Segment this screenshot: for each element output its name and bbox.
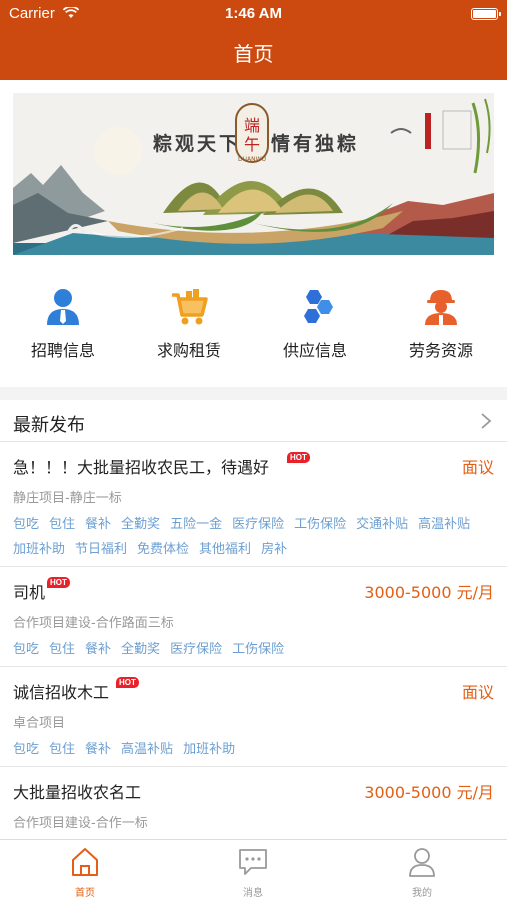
benefit-tag: 医疗保险: [232, 517, 285, 532]
benefit-tag: 包吃: [13, 517, 40, 532]
job-project: 合作项目建设-合作路面三标: [13, 616, 174, 631]
tab-label: 我的: [412, 888, 432, 899]
profile-icon: [409, 848, 435, 877]
benefit-tag: 交通补贴: [356, 517, 409, 532]
job-salary: 面议: [461, 458, 494, 477]
benefit-tag: 餐补: [85, 642, 112, 657]
benefit-tag: 五险一金: [170, 517, 223, 532]
tab-label: 消息: [243, 888, 263, 899]
hot-badge: HOT: [47, 577, 70, 588]
user-icon: [47, 289, 79, 325]
duanwu-seal: 端午 DUANWU: [235, 103, 269, 163]
job-card[interactable]: 大批量招收农名工 3000-5000 元/月 合作项目建设-合作一标: [0, 767, 507, 839]
tab-label: 首页: [75, 888, 95, 899]
benefit-tag: 高温补贴: [418, 517, 471, 532]
job-tags: 包吃 包住 餐补 高温补贴 加班补助: [13, 737, 497, 762]
quick-menu: 招聘信息 求购租赁 供应信息 劳务资源: [0, 267, 507, 387]
benefit-tag: 加班补助: [183, 742, 236, 757]
status-time: 1:46 AM: [225, 5, 282, 22]
benefit-tag: 餐补: [85, 517, 112, 532]
menu-purchase-rent[interactable]: 求购租赁: [126, 287, 252, 367]
benefit-tag: 包吃: [13, 742, 40, 757]
banner-carousel[interactable]: 粽观天下 端午 DUANWU 情有独粽: [13, 93, 494, 255]
job-salary: 3000-5000 元/月: [364, 783, 494, 802]
benefit-tag: 包住: [49, 517, 76, 532]
home-icon: [72, 848, 98, 876]
benefit-tag: 其他福利: [199, 542, 252, 557]
benefit-tag: 包住: [49, 742, 76, 757]
top-bar: Carrier 1:46 AM 首页: [0, 0, 507, 80]
job-title: 大批量招收农名工: [13, 783, 142, 802]
cart-icon: [172, 289, 208, 325]
job-title: 急！！！大批量招收农民工，待遇好: [13, 458, 270, 477]
benefit-tag: 包吃: [13, 642, 40, 657]
hexagon-icon: [304, 290, 333, 323]
job-title: 诚信招收木工: [13, 683, 110, 702]
message-icon: [239, 849, 267, 875]
job-card[interactable]: 急！！！大批量招收农民工，待遇好 HOT 面议 静庄项目-静庄一标 包吃 包住 餐补…: [0, 442, 507, 567]
benefit-tag: 工伤保险: [232, 642, 285, 657]
menu-label: 供应信息: [282, 341, 347, 360]
list-header[interactable]: 最新发布: [0, 400, 507, 442]
job-project: 静庄项目-静庄一标: [13, 491, 122, 506]
benefit-tag: 全勤奖: [121, 642, 161, 657]
banner-text-right: 情有独粽: [271, 133, 360, 155]
job-project: 合作项目建设-合作一标: [13, 816, 148, 831]
job-salary: 3000-5000 元/月: [364, 583, 494, 602]
benefit-tag: 免费体检: [137, 542, 190, 557]
seal-main-text: 端午: [243, 116, 260, 154]
chevron-right-icon[interactable]: [479, 412, 493, 430]
status-bar: Carrier 1:46 AM: [0, 0, 507, 28]
seal-sub-text: DUANWU: [238, 156, 266, 163]
benefit-tag: 高温补贴: [121, 742, 174, 757]
hot-badge: HOT: [116, 677, 139, 688]
battery-icon: [471, 8, 501, 20]
benefit-tag: 房补: [261, 542, 288, 557]
menu-label: 求购租赁: [156, 341, 221, 360]
tab-home[interactable]: 首页: [50, 846, 120, 899]
job-card[interactable]: 司机 HOT 3000-5000 元/月 合作项目建设-合作路面三标 包吃 包住餐…: [0, 567, 507, 667]
tab-messages[interactable]: 消息: [218, 846, 288, 899]
page-title: 首页: [233, 42, 274, 66]
job-salary: 面议: [461, 683, 494, 702]
benefit-tag: 医疗保险: [170, 642, 223, 657]
worker-icon: [425, 290, 457, 325]
benefit-tag: 加班补助: [13, 542, 66, 557]
banner-section: 粽观天下 端午 DUANWU 情有独粽: [0, 80, 507, 267]
tab-bar: 首页 消息 我的: [0, 839, 507, 900]
job-project: 卓合项目: [13, 716, 66, 731]
benefit-tag: 工伤保险: [294, 517, 347, 532]
list-title: 最新发布: [13, 415, 85, 436]
menu-label: 劳务资源: [408, 341, 473, 360]
banner-text-left: 粽观天下: [153, 133, 242, 155]
benefit-tag: 餐补: [85, 742, 112, 757]
benefit-tag: 包住: [49, 642, 76, 657]
menu-label: 招聘信息: [30, 341, 95, 360]
job-tags: 包吃 包住 餐补 全勤奖 五险一金 医疗保险 工伤保险 交通补贴 高温补贴加班补助 节日福利 免费体…: [13, 512, 497, 562]
benefit-tag: 节日福利: [75, 542, 128, 557]
tab-profile[interactable]: 我的: [387, 846, 457, 899]
benefit-tag: 全勤奖: [121, 517, 161, 532]
job-title: 司机: [13, 583, 46, 602]
job-card[interactable]: 诚信招收木工 HOT 面议 卓合项目 包吃 包住 餐补 高温补贴 加班补助: [0, 667, 507, 767]
latest-list: 最新发布 急！！！大批量招收农民工，待遇好 HOT 面议 静庄项目-静庄一标 包…: [0, 400, 507, 839]
menu-supply[interactable]: 供应信息: [252, 287, 378, 367]
menu-labor[interactable]: 劳务资源: [378, 287, 504, 367]
job-tags: 包吃 包住 餐补 全勤奖 医疗保险 工伤保险: [13, 637, 497, 662]
menu-recruitment[interactable]: 招聘信息: [0, 287, 126, 367]
hot-badge: HOT: [287, 452, 310, 463]
